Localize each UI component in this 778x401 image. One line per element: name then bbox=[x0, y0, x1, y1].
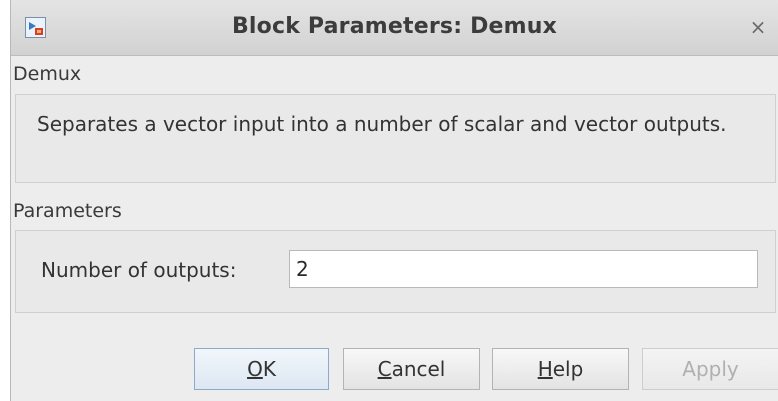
dialog-title: Block Parameters: Demux bbox=[231, 14, 558, 39]
cancel-button-label: ancel bbox=[391, 357, 446, 381]
parameters-group-label: Parameters bbox=[13, 200, 122, 222]
close-icon[interactable]: × bbox=[746, 15, 770, 39]
number-of-outputs-label: Number of outputs: bbox=[41, 258, 237, 282]
help-button-label: elp bbox=[552, 357, 584, 381]
block-description: Separates a vector input into a number o… bbox=[37, 112, 727, 136]
title-bar[interactable]: Block Parameters: Demux × bbox=[11, 0, 778, 56]
cancel-button[interactable]: Cancel bbox=[343, 348, 480, 390]
ok-button[interactable]: OK bbox=[194, 348, 329, 390]
ok-button-mnemonic: O bbox=[247, 357, 263, 381]
help-button-mnemonic: H bbox=[537, 357, 553, 381]
number-of-outputs-input[interactable] bbox=[289, 250, 758, 288]
block-group-label: Demux bbox=[13, 63, 82, 85]
block-description-box bbox=[15, 94, 776, 183]
cancel-button-mnemonic: C bbox=[377, 357, 392, 381]
help-button[interactable]: Help bbox=[492, 348, 629, 390]
block-parameters-dialog: Block Parameters: Demux × Demux Separate… bbox=[10, 0, 778, 401]
apply-button-label: Apply bbox=[682, 357, 739, 381]
ok-button-label: K bbox=[262, 357, 276, 381]
apply-button[interactable]: Apply bbox=[642, 348, 778, 390]
